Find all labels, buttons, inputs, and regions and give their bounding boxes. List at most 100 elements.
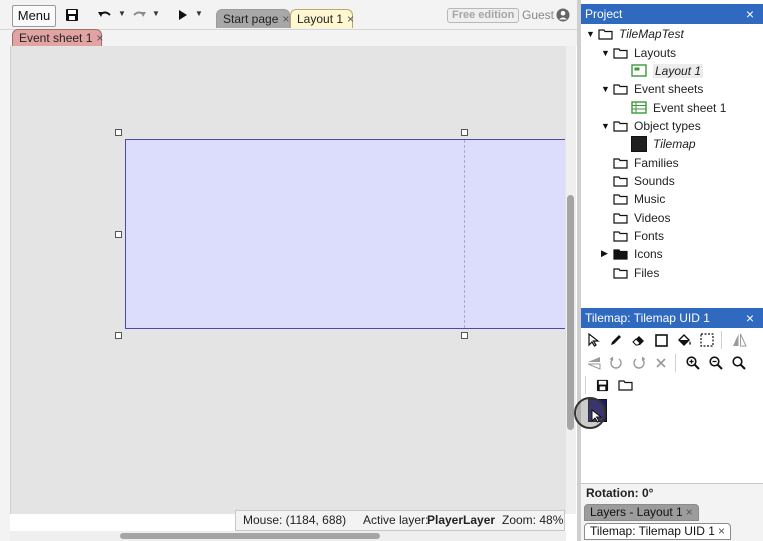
filled-folder-icon [613,248,628,260]
tree-item-music[interactable]: Music [613,190,665,207]
horizontal-scrollbar-thumb[interactable] [120,533,380,539]
expanded-arrow-icon[interactable]: ▼ [586,29,598,39]
resize-handle-bottom[interactable] [461,332,468,339]
vertical-scrollbar-thumb[interactable] [567,195,574,430]
close-icon[interactable]: × [686,505,693,519]
rectangle-tool-icon[interactable] [652,331,670,349]
tree-item-label: Icons [634,246,663,261]
tree-item-label: Object types [634,118,701,133]
eraser-tool-icon[interactable] [630,331,648,349]
tree-item-layout-1[interactable]: Layout 1 [631,62,704,79]
layout-icon [631,64,647,77]
status-bar: Mouse: (1184, 688) Active layer: PlayerL… [235,510,565,531]
save-icon[interactable] [64,6,80,24]
folder-icon [598,28,613,40]
folder-icon [613,47,628,59]
toolbar-divider [721,331,722,349]
toolbar-divider [675,354,676,372]
folder-icon [613,267,628,279]
project-panel-header: Project × [581,4,763,24]
redo-icon[interactable] [130,6,148,24]
fill-bucket-icon[interactable] [675,331,693,349]
layout-boundary-line [464,140,465,328]
expanded-arrow-icon[interactable]: ▼ [601,84,613,94]
tree-item-videos[interactable]: Videos [613,209,670,226]
tree-item-event-sheet-1[interactable]: Event sheet 1 [631,99,726,116]
free-edition-badge[interactable]: Free edition [447,8,520,23]
resize-handle-top-left[interactable] [115,129,122,136]
rotation-readout: Rotation: 0° [581,483,763,503]
tree-item-icons[interactable]: ▶ Icons [601,245,663,262]
folder-icon [613,157,628,169]
tree-item-label: Files [634,265,660,280]
tab-layout-1[interactable]: Layout 1 × [290,9,354,28]
rotate-clockwise-icon[interactable] [630,354,648,372]
tree-item-layouts[interactable]: ▼ Layouts [601,44,676,61]
collapsed-arrow-icon[interactable]: ▶ [601,248,613,259]
tree-item-label: Families [634,155,679,170]
folder-icon [613,83,628,95]
tilemap-panel [581,328,763,483]
menu-button[interactable]: Menu [12,5,56,27]
expanded-arrow-icon[interactable]: ▼ [601,121,613,131]
selection-tool-icon[interactable] [698,331,716,349]
close-icon[interactable]: × [718,524,725,538]
tilemap-panel-header: Tilemap: Tilemap UID 1 × [581,308,763,328]
pencil-tool-icon[interactable] [607,331,625,349]
zoom-out-icon[interactable] [707,354,725,372]
folder-icon [613,175,628,187]
rotation-value: Rotation: 0° [586,486,654,500]
tree-item-event-sheets[interactable]: ▼ Event sheets [601,80,703,97]
tilemap-object[interactable] [125,139,565,329]
folder-icon [613,212,628,224]
resize-handle-left[interactable] [115,231,122,238]
tab-start-page[interactable]: Start page × [216,9,290,28]
tree-root[interactable]: ▼ TileMapTest [586,25,684,42]
tab-tilemap[interactable]: Tilemap: Tilemap UID 1 × [584,523,731,540]
zoom-level: Zoom: 48% [502,513,564,527]
redo-dropdown-icon[interactable]: ▼ [152,9,160,18]
close-icon[interactable]: × [347,12,354,26]
tab-label: Tilemap: Tilemap UID 1 [590,524,715,538]
play-dropdown-icon[interactable]: ▼ [195,9,203,18]
zoom-in-icon[interactable] [684,354,702,372]
close-icon[interactable]: × [96,31,103,45]
pointer-tool-icon[interactable] [585,331,603,349]
close-icon[interactable]: × [282,12,289,26]
tilemap-icon [631,135,647,152]
event-sheet-icon [631,101,647,114]
close-icon[interactable]: × [746,308,754,328]
mirror-horizontal-icon[interactable] [730,331,748,349]
resize-handle-bottom-left[interactable] [115,332,122,339]
rotate-counterclockwise-icon[interactable] [607,354,625,372]
tree-item-label: Layouts [634,45,677,60]
tab-layers[interactable]: Layers - Layout 1 × [584,504,699,521]
undo-icon[interactable] [96,6,114,24]
tree-item-fonts[interactable]: Fonts [613,227,664,244]
tree-item-object-types[interactable]: ▼ Object types [601,117,701,134]
tree-item-label: Tilemap [653,136,696,151]
mirror-vertical-icon[interactable] [585,354,603,372]
resize-handle-top[interactable] [461,129,468,136]
tree-item-sounds[interactable]: Sounds [613,172,675,189]
tree-item-label: Music [634,191,666,206]
guest-label[interactable]: Guest [522,8,554,22]
tree-item-label: Fonts [634,228,665,243]
tree-item-files[interactable]: Files [613,264,659,281]
mouse-cursor-icon [587,407,605,425]
play-icon[interactable] [176,6,190,24]
tab-label: Event sheet 1 [19,31,93,45]
zoom-reset-icon[interactable] [730,354,748,372]
open-tiles-folder-icon[interactable] [616,376,634,394]
expanded-arrow-icon[interactable]: ▼ [601,48,613,58]
undo-dropdown-icon[interactable]: ▼ [118,9,126,18]
tree-item-tilemap[interactable]: Tilemap [631,135,696,152]
tree-item-label: Event sheets [634,81,704,96]
tab-event-sheet-1[interactable]: Event sheet 1 × [12,29,103,47]
toolbar-divider [585,376,586,394]
close-icon[interactable]: × [746,4,754,24]
reset-transform-icon[interactable] [652,354,670,372]
tree-item-families[interactable]: Families [613,154,679,171]
save-tiles-icon[interactable] [593,376,611,394]
user-icon[interactable] [556,8,570,25]
